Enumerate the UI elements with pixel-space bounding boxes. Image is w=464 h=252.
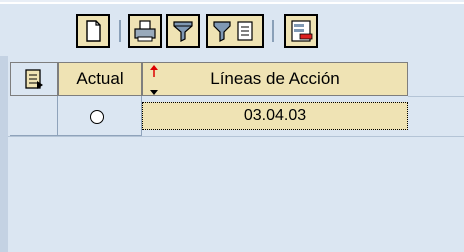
select-all-button[interactable]	[10, 62, 58, 96]
filter-settings-button[interactable]	[206, 14, 264, 48]
toolbar-separator	[272, 20, 274, 42]
printer-icon	[134, 20, 156, 42]
filter-button[interactable]	[166, 14, 200, 48]
layout-button[interactable]	[284, 14, 318, 48]
document-icon	[86, 20, 101, 42]
grid-left-edge	[0, 56, 8, 252]
toolbar-separator	[119, 20, 121, 42]
layout-icon	[291, 20, 313, 42]
row-selector[interactable]	[10, 96, 58, 136]
column-header-actual[interactable]: Actual	[58, 62, 142, 96]
select-all-icon	[25, 69, 43, 89]
toolbar	[0, 4, 464, 56]
table-cell-lineas-de-accion[interactable]: 03.04.03	[142, 102, 408, 130]
row-divider	[8, 136, 464, 137]
print-button[interactable]	[128, 14, 162, 48]
column-header-lineas-de-accion[interactable]: Líneas de Acción	[142, 62, 408, 96]
filter-icon	[173, 21, 193, 42]
filter-settings-icon	[213, 21, 253, 42]
column-header-lineas-de-accion-label: Líneas de Acción	[210, 69, 340, 88]
sort-icon	[150, 65, 158, 95]
cell-value: 03.04.03	[243, 107, 307, 124]
column-header-actual-label: Actual	[76, 69, 124, 88]
top-border	[0, 0, 464, 2]
alv-grid-frame: Actual Líneas de Acción 03.04.03	[0, 0, 464, 252]
actual-radio[interactable]	[90, 110, 104, 124]
new-document-button[interactable]	[76, 14, 110, 48]
header-baseline	[408, 96, 464, 97]
